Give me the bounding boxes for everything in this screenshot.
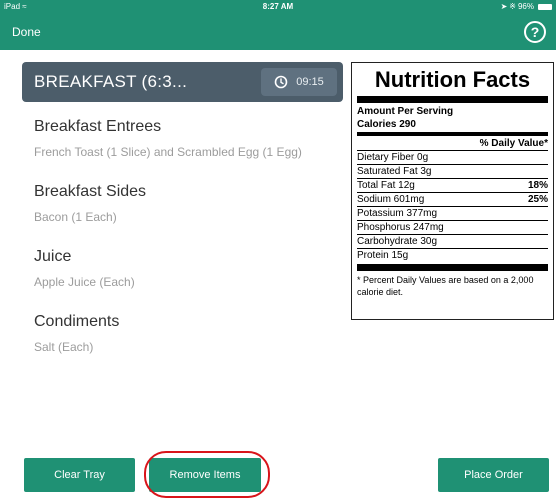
divider <box>357 96 548 103</box>
bluetooth-icon: ※ <box>509 2 516 11</box>
menu-category-block: Breakfast Entrees French Toast (1 Slice)… <box>34 118 344 161</box>
nutrition-title: Nutrition Facts <box>374 67 531 92</box>
nutrient-row: Phosphorus 247mg <box>357 221 548 235</box>
menu-item[interactable]: Salt (Each) <box>34 339 344 356</box>
battery-icon <box>538 3 552 10</box>
nutrient-row: Dietary Fiber 0g <box>357 151 548 165</box>
meal-title: BREAKFAST (6:3... <box>34 72 188 91</box>
menu-list: Breakfast Entrees French Toast (1 Slice)… <box>34 118 344 378</box>
meal-time-badge[interactable]: 09:15 <box>261 68 337 96</box>
clock-icon <box>274 75 288 89</box>
menu-category-block: Breakfast Sides Bacon (1 Each) <box>34 183 344 226</box>
menu-category: Breakfast Entrees <box>34 118 162 135</box>
status-time: 8:27 AM <box>262 2 294 11</box>
place-order-button[interactable]: Place Order <box>438 458 549 492</box>
nutrient-row: Carbohydrate 30g <box>357 235 548 249</box>
nutrient-label: Dietary Fiber 0g <box>357 152 429 163</box>
nutrition-footnote: * Percent Daily Values are based on a 2,… <box>357 275 534 297</box>
nutrient-label: Carbohydrate 30g <box>357 236 438 247</box>
nutrient-label: Total Fat 12g <box>357 180 415 191</box>
nutrient-row: Total Fat 12g 18% <box>357 179 548 193</box>
calories-label: Calories 290 <box>357 119 416 130</box>
divider <box>357 264 548 271</box>
divider <box>357 132 548 136</box>
status-indicators: ➤ ※ 96% <box>501 2 552 11</box>
clear-tray-button[interactable]: Clear Tray <box>24 458 135 492</box>
daily-value-header: % Daily Value* <box>357 137 548 151</box>
help-icon[interactable]: ? <box>524 21 546 43</box>
remove-items-button[interactable]: Remove Items <box>149 458 261 492</box>
nutrient-row: Sodium 601mg 25% <box>357 193 548 207</box>
menu-category: Condiments <box>34 313 120 330</box>
nutrient-label: Sodium 601mg <box>357 194 425 205</box>
nutrient-label: Protein 15g <box>357 250 409 261</box>
menu-category-block: Juice Apple Juice (Each) <box>34 248 344 291</box>
amount-per-serving: Amount Per Serving <box>357 105 548 118</box>
nutrient-label: Potassium 377mg <box>357 208 438 219</box>
calories-row: Calories 290 <box>357 118 548 131</box>
amount-per-serving-label: Amount Per Serving <box>357 106 454 117</box>
menu-category: Juice <box>34 248 72 265</box>
menu-item[interactable]: French Toast (1 Slice) and Scrambled Egg… <box>34 144 344 161</box>
daily-value-header-label: % Daily Value* <box>479 138 548 149</box>
status-bar: iPad ≈ 8:27 AM ➤ ※ 96% <box>0 0 556 14</box>
nutrient-label: Saturated Fat 3g <box>357 166 432 177</box>
meal-time-value: 09:15 <box>296 76 324 88</box>
menu-category: Breakfast Sides <box>34 183 147 200</box>
nutrient-dv: 25% <box>527 194 548 205</box>
nutrient-row: Potassium 377mg <box>357 207 548 221</box>
done-button[interactable]: Done <box>12 25 41 39</box>
meal-header[interactable]: BREAKFAST (6:3... 09:15 <box>22 62 343 102</box>
nutrient-dv: 18% <box>527 180 548 191</box>
menu-item[interactable]: Bacon (1 Each) <box>34 209 344 226</box>
nutrient-label: Phosphorus 247mg <box>357 222 444 233</box>
menu-category-block: Condiments Salt (Each) <box>34 313 344 356</box>
nutrition-facts-panel: Nutrition Facts Amount Per Serving Calor… <box>351 62 554 320</box>
nav-bar: Done ? <box>0 14 556 50</box>
menu-item[interactable]: Apple Juice (Each) <box>34 274 344 291</box>
nutrient-row: Saturated Fat 3g <box>357 165 548 179</box>
nutrient-row: Protein 15g <box>357 249 548 262</box>
location-icon: ➤ <box>500 2 508 11</box>
battery-percent: 96% <box>517 2 534 11</box>
